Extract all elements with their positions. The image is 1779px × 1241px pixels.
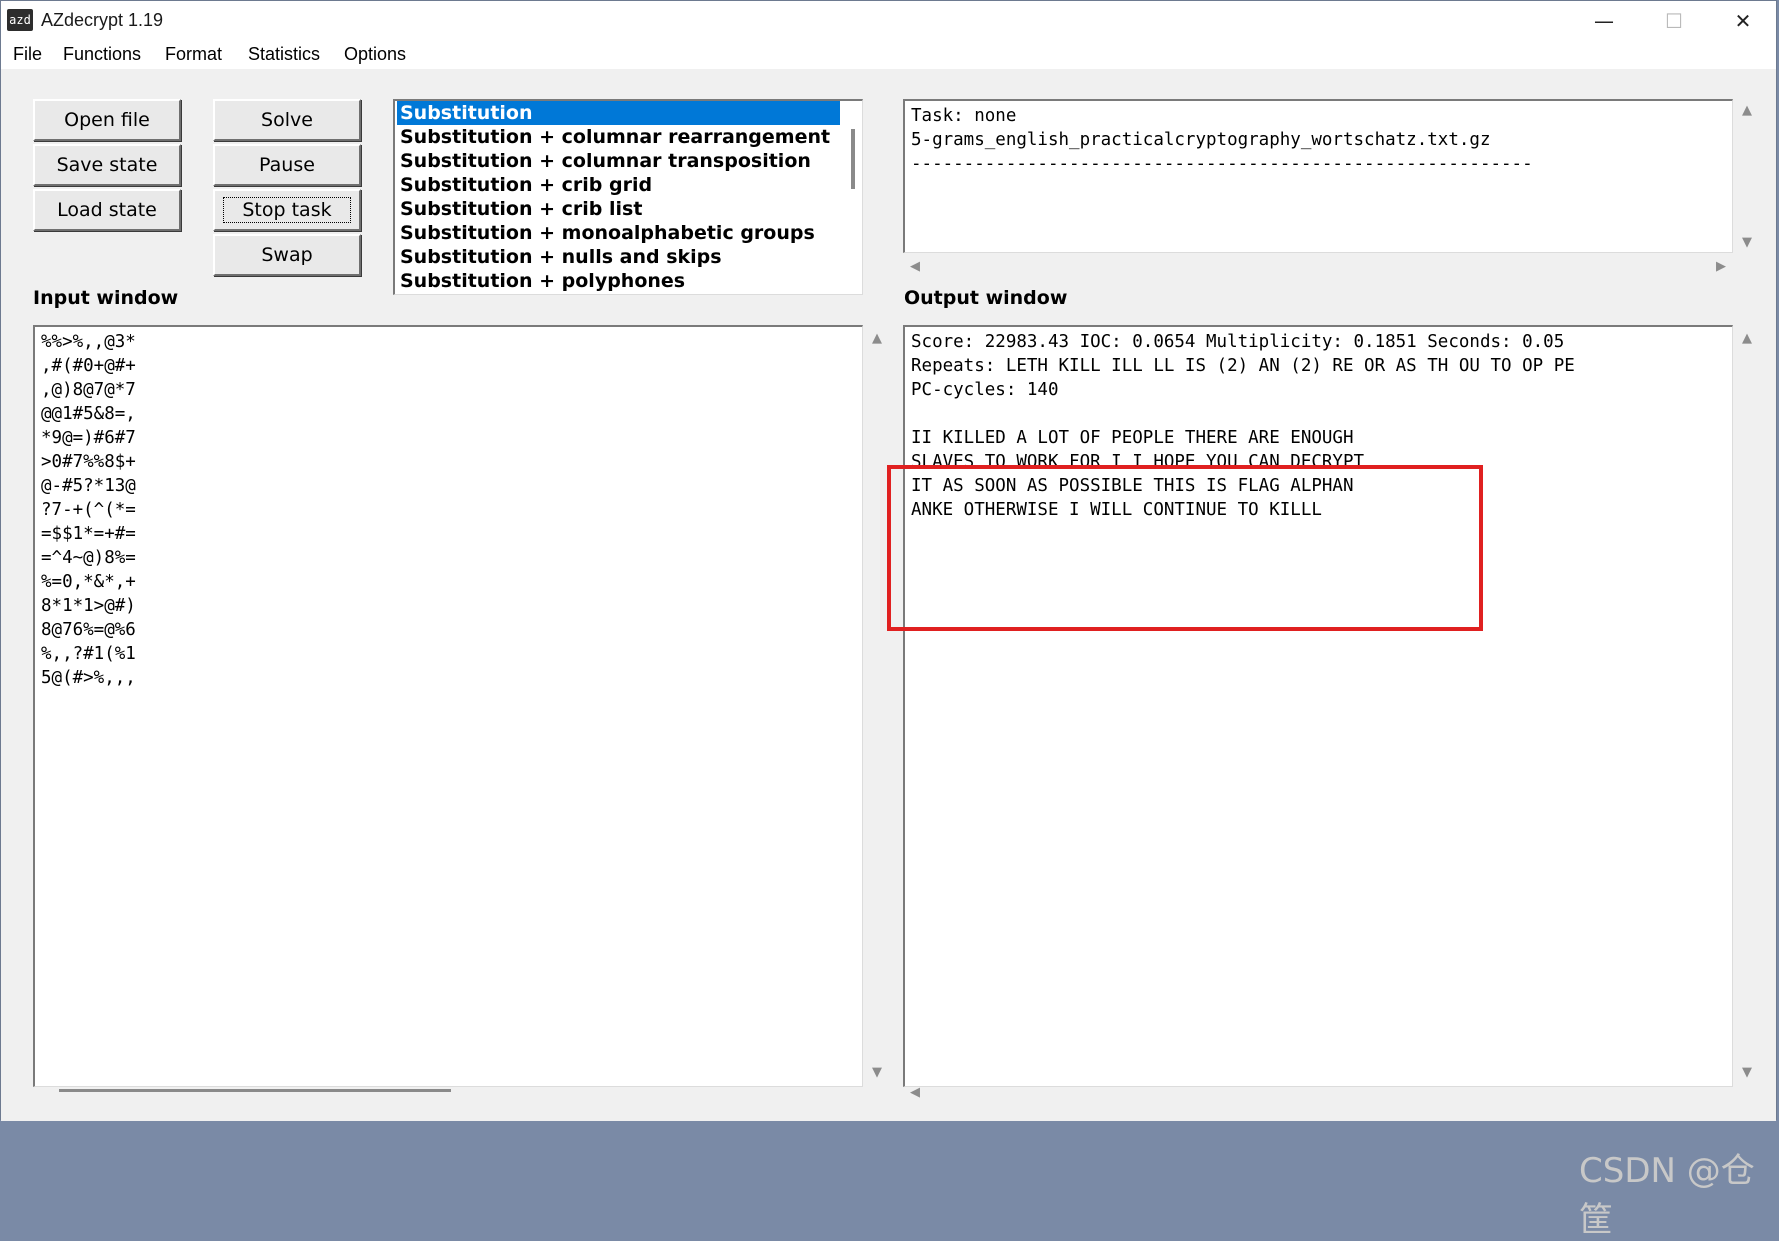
input-line: ,#(#0+@#+ <box>41 356 136 376</box>
input-line: 8@76%=@%6 <box>41 620 136 640</box>
list-item-columnar-transposition[interactable]: Substitution + columnar transposition <box>397 149 840 173</box>
list-item-crib-list[interactable]: Substitution + crib list <box>397 197 840 221</box>
input-line: =^4~@)8%= <box>41 548 136 568</box>
menu-statistics[interactable]: Statistics <box>248 44 320 65</box>
output-scroll-left-icon[interactable]: ◀ <box>907 1085 923 1101</box>
input-line: %%>%,,@3* <box>41 332 136 352</box>
menu-format[interactable]: Format <box>165 44 222 65</box>
input-line: @-#5?*13@ <box>41 476 136 496</box>
list-item-nulls-and-skips[interactable]: Substitution + nulls and skips <box>397 245 840 269</box>
highlight-box <box>887 465 1483 631</box>
output-window-label: Output window <box>904 287 1068 309</box>
list-item-monoalphabetic-groups[interactable]: Substitution + monoalphabetic groups <box>397 221 840 245</box>
output-score-line: Score: 22983.43 IOC: 0.0654 Multiplicity… <box>911 332 1565 352</box>
list-scrollbar-thumb[interactable] <box>851 129 855 189</box>
output-textbox[interactable]: Score: 22983.43 IOC: 0.0654 Multiplicity… <box>903 325 1733 1087</box>
input-line: ?7-+(^(*= <box>41 500 136 520</box>
solve-button[interactable]: Solve <box>213 99 361 141</box>
stop-task-label: Stop task <box>223 197 351 223</box>
input-line: >0#7%%8$+ <box>41 452 136 472</box>
input-line: ,@)8@7@*7 <box>41 380 136 400</box>
status-scroll-up-icon[interactable]: ▲ <box>1739 103 1755 119</box>
close-button[interactable]: ✕ <box>1708 1 1778 41</box>
client-area: Open file Save state Load state Solve Pa… <box>1 69 1776 1240</box>
app-icon: azd <box>7 9 33 31</box>
status-line-task: Task: none <box>911 106 1017 126</box>
input-line: @@1#5&8=, <box>41 404 136 424</box>
window-title: AZdecrypt 1.19 <box>41 10 164 30</box>
input-line: %,,?#1(%1 <box>41 644 136 664</box>
input-line: *9@=)#6#7 <box>41 428 136 448</box>
pause-button[interactable]: Pause <box>213 144 361 186</box>
plaintext-line: II KILLED A LOT OF PEOPLE THERE ARE ENOU… <box>911 428 1354 448</box>
list-item-columnar-rearrangement[interactable]: Substitution + columnar rearrangement <box>397 125 840 149</box>
input-window-label: Input window <box>33 287 179 309</box>
input-scroll-down-icon[interactable]: ▼ <box>869 1065 885 1081</box>
title-bar: azd AZdecrypt 1.19 — ☐ ✕ <box>1 1 1776 42</box>
input-hscroll-thumb[interactable] <box>59 1089 451 1092</box>
input-text: %%>%,,@3* ,#(#0+@#+ ,@)8@7@*7 @@1#5&8=, … <box>41 330 136 690</box>
save-state-button[interactable]: Save state <box>33 144 181 186</box>
menu-functions[interactable]: Functions <box>63 44 141 65</box>
minimize-button[interactable]: — <box>1569 1 1639 41</box>
stop-task-button[interactable]: Stop task <box>213 189 361 231</box>
status-line-separator: ----------------------------------------… <box>911 154 1533 174</box>
output-blank-line <box>911 402 1575 426</box>
menu-options[interactable]: Options <box>344 44 406 65</box>
list-item-polyphones[interactable]: Substitution + polyphones <box>397 269 840 293</box>
status-scroll-right-icon[interactable]: ▶ <box>1713 259 1729 275</box>
output-scroll-up-icon[interactable]: ▲ <box>1739 331 1755 347</box>
input-line: 8*1*1>@#) <box>41 596 136 616</box>
open-file-button[interactable]: Open file <box>33 99 181 141</box>
status-scroll-left-icon[interactable]: ◀ <box>907 259 923 275</box>
output-pc-cycles-line: PC-cycles: 140 <box>911 380 1059 400</box>
list-item-crib-grid[interactable]: Substitution + crib grid <box>397 173 840 197</box>
status-textbox[interactable]: Task: none 5-grams_english_practicalcryp… <box>903 99 1733 253</box>
status-scroll-down-icon[interactable]: ▼ <box>1739 235 1755 251</box>
solver-listbox[interactable]: Substitution Substitution + columnar rea… <box>393 99 863 295</box>
output-scroll-down-icon[interactable]: ▼ <box>1739 1065 1755 1081</box>
app-window: azd AZdecrypt 1.19 — ☐ ✕ File Functions … <box>0 0 1777 1240</box>
status-line-ngrams: 5-grams_english_practicalcryptography_wo… <box>911 130 1491 150</box>
output-repeats-line: Repeats: LETH KILL ILL LL IS (2) AN (2) … <box>911 356 1575 376</box>
input-scroll-up-icon[interactable]: ▲ <box>869 331 885 347</box>
swap-button[interactable]: Swap <box>213 234 361 276</box>
watermark: CSDN @仓筐 <box>1579 1151 1755 1240</box>
input-line: 5@(#>%,,, <box>41 668 136 688</box>
menu-file[interactable]: File <box>13 44 42 65</box>
maximize-button[interactable]: ☐ <box>1639 1 1709 41</box>
menu-bar: File Functions Format Statistics Options <box>1 41 1776 69</box>
load-state-button[interactable]: Load state <box>33 189 181 231</box>
input-textbox[interactable]: %%>%,,@3* ,#(#0+@#+ ,@)8@7@*7 @@1#5&8=, … <box>33 325 863 1087</box>
input-line: %=0,*&*,+ <box>41 572 136 592</box>
input-line: =$$1*=+#= <box>41 524 136 544</box>
list-item-substitution[interactable]: Substitution <box>397 101 840 125</box>
